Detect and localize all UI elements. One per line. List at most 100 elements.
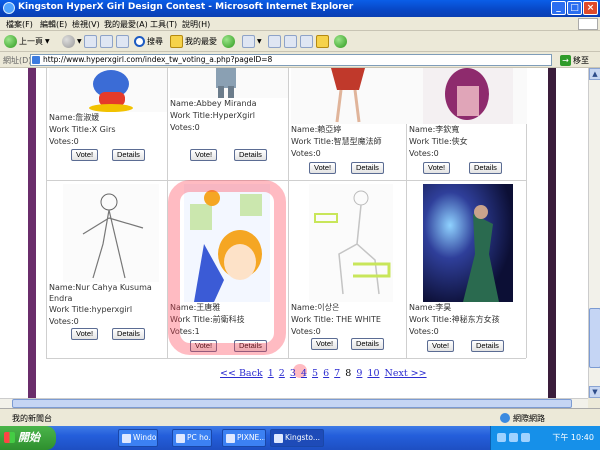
vote-button[interactable]: Vote! [190,149,218,161]
entry-image[interactable] [63,184,159,282]
taskbar: 開始 Windo... PC ho... PIXNE... Kingsto...… [0,426,600,450]
grid-line [46,180,526,181]
details-button[interactable]: Details [112,328,145,340]
pager-back-link[interactable]: << Back [220,368,263,379]
pager-page-2[interactable]: 2 [279,368,285,379]
pager-next-link[interactable]: Next >> [385,368,427,379]
window-icon [226,434,235,443]
page-content: Name:詹淑媛 Work Title:X Girs Votes:0 Vote!… [0,68,588,398]
vertical-scrollbar[interactable]: ▲ ▼ [588,68,600,398]
taskbar-item-active[interactable]: Kingsto... [270,429,324,447]
vote-button[interactable]: Vote! [71,328,99,340]
windows-flag-icon [4,432,15,443]
menu-favorites[interactable]: 我的最愛(A) [104,19,148,30]
folder-button[interactable] [316,33,329,50]
pager-page-10[interactable]: 10 [367,368,379,379]
status-bar: 我的新聞台 網際網路 [0,408,600,426]
page-icon [32,56,40,64]
grid-line [46,358,526,359]
details-button[interactable]: Details [234,149,267,161]
chevron-down-icon: ▼ [257,38,262,45]
back-button[interactable]: 上一頁 ▼ [4,33,50,50]
pager-page-7[interactable]: 7 [334,368,340,379]
chevron-down-icon: ▼ [45,38,50,45]
scroll-thumb[interactable] [589,308,600,368]
vote-button[interactable]: Vote! [423,162,451,174]
favorites-button[interactable]: 我的最愛 [170,33,217,50]
menu-edit[interactable]: 編輯(E) [40,19,67,30]
mail-icon [242,35,255,48]
entry-votes: Votes:0 [170,123,200,132]
entry-image[interactable] [291,68,409,124]
discuss-button[interactable] [300,33,313,50]
horizontal-scroll-thumb[interactable] [12,399,572,408]
menu-help[interactable]: 說明(H) [182,19,210,30]
globe-icon [500,413,510,423]
entry-votes: Votes:0 [49,317,79,326]
menu-file[interactable]: 檔案(F) [6,19,33,30]
entry-name-continued: Endra [49,294,73,303]
print-button[interactable] [268,33,281,50]
pager-page-9[interactable]: 9 [356,368,362,379]
vote-button[interactable]: Vote! [309,162,337,174]
entry-name: Name:詹淑媛 [49,113,100,122]
clock: 下午 10:40 [552,433,594,442]
scroll-down-arrow-icon[interactable]: ▼ [589,386,600,398]
taskbar-item[interactable]: PC ho... [172,429,212,447]
menu-bar: 檔案(F) 編輯(E) 檢視(V) 我的最愛(A) 工具(T) 說明(H) [0,17,600,31]
search-icon [134,36,145,47]
entry-votes: Votes:0 [409,327,439,336]
close-button[interactable]: × [583,1,598,15]
scroll-up-arrow-icon[interactable]: ▲ [589,68,600,80]
maximize-button[interactable]: □ [567,1,582,15]
tray-icon[interactable] [521,433,530,442]
messenger-button[interactable] [334,33,347,50]
pager-page-3[interactable]: 3 [290,368,296,379]
pager-page-4[interactable]: 4 [301,368,307,379]
vote-button[interactable]: Vote! [427,340,455,352]
start-button[interactable]: 開始 [0,426,56,450]
pager-page-6[interactable]: 6 [323,368,329,379]
entry-image[interactable] [170,68,288,98]
entry-name: Name:李欽寬 [409,125,460,134]
forward-button[interactable]: ▼ [62,33,82,50]
ie-window: Kingston HyperX Girl Design Contest - Mi… [0,0,600,450]
search-button[interactable]: 搜尋 [134,33,163,50]
pager-current-page: 8 [345,368,352,379]
details-button[interactable]: Details [351,162,384,174]
entry-image[interactable] [49,68,167,112]
entry-votes: Votes:0 [409,149,439,158]
menu-view[interactable]: 檢視(V) [72,19,100,30]
tray-icon[interactable] [509,433,518,442]
entry-work-title: Work Title: THE WHITE [291,315,381,324]
details-button[interactable]: Details [471,340,504,352]
details-button[interactable]: Details [112,149,145,161]
vote-button[interactable]: Vote! [71,149,99,161]
vote-button[interactable]: Vote! [311,338,339,350]
entry-image[interactable] [309,184,393,302]
pager-page-1[interactable]: 1 [268,368,274,379]
refresh-button[interactable] [100,33,113,50]
entry-image[interactable] [409,68,527,124]
home-button[interactable] [116,33,129,50]
home-icon [116,35,129,48]
tray-icon[interactable] [497,433,506,442]
details-button[interactable]: Details [351,338,384,350]
mail-button[interactable]: ▼ [242,33,262,50]
go-button[interactable]: → 移至 [560,54,589,66]
entry-image[interactable] [423,184,513,302]
minimize-button[interactable]: _ [551,1,566,15]
taskbar-item[interactable]: PIXNE... [222,429,266,447]
entry-name: Name:Abbey Miranda [170,99,257,108]
stop-button[interactable] [84,33,97,50]
media-button[interactable] [222,33,235,50]
address-input[interactable]: http://www.hyperxgirl.com/index_tw_votin… [30,54,552,66]
menu-tools[interactable]: 工具(T) [150,19,177,30]
details-button[interactable]: Details [469,162,502,174]
go-arrow-icon: → [560,54,571,66]
address-bar: 網址(D) http://www.hyperxgirl.com/index_tw… [0,52,600,68]
taskbar-item[interactable]: Windo... [118,429,158,447]
horizontal-scrollbar[interactable] [0,398,588,408]
edit-button[interactable] [284,33,297,50]
pager-page-5[interactable]: 5 [312,368,318,379]
